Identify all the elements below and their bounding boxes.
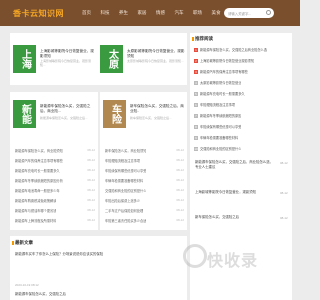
rank-badge: 5 — [194, 91, 198, 96]
list-item[interactable]: 新能源车保险怎么买，商业险须知 08-12 — [15, 148, 95, 153]
latest-item-meta: 2023-10-19 08:12 — [15, 283, 39, 287]
featured-desc-2: 太原影城等影院今日恢复营业，观影须知... — [127, 59, 184, 63]
featured-thumb-1-text: 上海 — [19, 49, 31, 69]
featured-title-2[interactable]: 太原影城等影院今日恢复营业，观影须知 — [127, 49, 185, 59]
latest-title: 最新文章 — [12, 240, 33, 245]
search-icon[interactable] — [266, 10, 271, 15]
section2-desc: 新车保险怎么买，交强险之后... — [130, 116, 172, 120]
rank-badge: 6 — [194, 102, 198, 107]
featured-thumb-2-text: 太原 — [106, 49, 118, 69]
sidebar-extra-item[interactable]: 新车保险怎么买，交强险之后 — [195, 215, 275, 220]
rank-badge: 1 — [194, 47, 198, 52]
search-input[interactable]: 请输入关键字... — [228, 11, 251, 16]
section1-desc: 新能源车保险怎么买，交强险之后... — [40, 116, 88, 120]
section1-thumb[interactable]: 新能 — [13, 100, 36, 128]
sidebar-extra-item[interactable]: 新能源车保险怎么买，交强险之后，商业险怎么选，专业人士建议 — [195, 160, 275, 170]
sidebar-item[interactable]: 6 车险理赔流程及注意事项 — [194, 102, 289, 107]
latest-item[interactable]: 新能源车买车了你怎么上保险？分场景说说你应该买的保险 — [15, 252, 180, 257]
nav-item-emotion[interactable]: 情感 — [156, 10, 175, 16]
sidebar-item[interactable]: 7 新能源车冬季续航缩短的原因 — [194, 113, 289, 118]
list-item[interactable]: 车辆年检需要准备哪些材料 08-12 — [105, 178, 184, 183]
sidebar-item[interactable]: 4 太原影城等影院今日恢复营业 — [194, 80, 289, 85]
featured-card: 上海 上海影城等影院今日恢复营业，观影须知 上海影城等影院今日恢复营业，观影须知… — [10, 33, 187, 85]
sidebar-extra-date: 08-12 — [280, 161, 288, 165]
list-item[interactable]: 新能源车电池寿命一般是多少年 08-12 — [15, 188, 95, 193]
list-item[interactable]: 车险理赔流程及注意事项 08-12 — [105, 158, 184, 163]
rank-badge: 9 — [194, 135, 198, 140]
section2-thumb[interactable]: 车险 — [103, 100, 126, 128]
list-item[interactable]: 交强险和商业险的区别是什么 08-12 — [105, 188, 184, 193]
nav-item-health[interactable]: 养生 — [119, 10, 138, 16]
watermark: 快收录 — [207, 253, 259, 270]
nav-item-home[interactable]: 首页 — [82, 10, 101, 16]
sidebar-extra-item[interactable]: 上海影城等影院今日恢复营业，观影须知 — [195, 190, 275, 195]
latest-item[interactable]: 新能源车保险怎么买，交强险之后 — [15, 292, 180, 297]
sidebar-item[interactable]: 2 上海影城等影院今日恢复营业观影须知 — [194, 58, 289, 63]
list-item[interactable]: 新能源车购置税减免政策解读 08-12 — [15, 198, 95, 203]
sidebar-item[interactable]: 10 交强险和商业险的区别是什么 — [194, 146, 289, 151]
list-item[interactable]: 新能源车充电时长一般需要多久 08-12 — [15, 168, 95, 173]
sidebar-item[interactable]: 3 新能源汽车的保养注意事项有哪些 — [194, 69, 289, 74]
list-item[interactable]: 车险出险后保费上涨多少 08-12 — [105, 198, 184, 203]
section1-title[interactable]: 新能源车保险怎么买，交强险之后，商业险... — [40, 104, 95, 114]
sidebar-extra-date: 08-12 — [280, 191, 288, 195]
category-card-1: 新能 新能源车保险怎么买，交强险之后，商业险... 新能源车保险怎么买，交强险之… — [10, 92, 98, 230]
sidebar-extra-date: 08-12 — [280, 216, 288, 220]
rank-badge: 7 — [194, 113, 198, 118]
rank-badge: 10 — [194, 146, 198, 151]
rank-badge: 3 — [194, 69, 198, 74]
latest-articles — [10, 236, 187, 300]
rank-badge: 4 — [194, 80, 198, 85]
list-item[interactable]: 新能源车上牌流程及所需材料 08-12 — [15, 218, 95, 223]
nav-item-career[interactable]: 职场 — [193, 10, 212, 16]
nav-item-auto[interactable]: 汽车 — [175, 10, 194, 16]
section2-title[interactable]: 新车保险怎么买，交强险之后，商业险.. — [130, 104, 185, 114]
sidebar-title: 推荐阅读 — [192, 36, 213, 41]
section1-thumb-text: 新能 — [19, 104, 31, 124]
list-item[interactable]: 新车保险怎么买，商业险须知 08-12 — [105, 148, 184, 153]
list-item[interactable]: 新能源车冬季续航缩短的原因分析 08-12 — [15, 178, 95, 183]
section2-thumb-text: 车险 — [109, 104, 121, 124]
featured-desc-1: 上海影城等影院今日恢复营业，观影须知... — [40, 59, 92, 67]
search-box[interactable]: 请输入关键字... — [224, 8, 274, 18]
sidebar-item[interactable]: 1 新能源车保险怎么买，交强险之后商业险怎么选 — [194, 47, 289, 52]
category-card-2: 车险 新车保险怎么买，交强险之后，商业险.. 新车保险怎么买，交强险之后... … — [100, 92, 187, 230]
featured-thumb-2[interactable]: 太原 — [100, 45, 123, 73]
list-item[interactable]: 新能源车与燃油车哪个更省钱 08-12 — [15, 208, 95, 213]
featured-title-1[interactable]: 上海影城等影院今日恢复营业，观影须知 — [40, 49, 95, 59]
list-item[interactable]: 车险第三者责任险买多少合适 08-12 — [105, 218, 184, 223]
sidebar-item[interactable]: 8 车险续保有哪些优惠可以享受 — [194, 124, 289, 129]
rank-badge: 2 — [194, 58, 198, 63]
rank-badge: 8 — [194, 124, 198, 129]
sidebar-item[interactable]: 5 新能源车充电时长一般需要多久 — [194, 91, 289, 96]
featured-thumb-1[interactable]: 上海 — [13, 45, 36, 73]
site-header: 香卡云知识网 首页 科技 养生 家居 情感 汽车 职场 美食 旅游 请输入关键字… — [0, 0, 300, 26]
nav-item-home-living[interactable]: 家居 — [138, 10, 157, 16]
site-logo[interactable]: 香卡云知识网 — [13, 8, 64, 19]
watermark-logo-icon — [183, 244, 207, 268]
list-item[interactable]: 车险续保有哪些优惠可以享受 08-12 — [105, 168, 184, 173]
nav-item-tech[interactable]: 科技 — [101, 10, 120, 16]
sidebar-item[interactable]: 9 车辆年检需要准备哪些材料 — [194, 135, 289, 140]
list-item[interactable]: 新能源汽车的保养注意事项有哪些 08-12 — [15, 158, 95, 163]
list-item[interactable]: 二手车过户后保险如何处理 08-12 — [105, 208, 184, 213]
